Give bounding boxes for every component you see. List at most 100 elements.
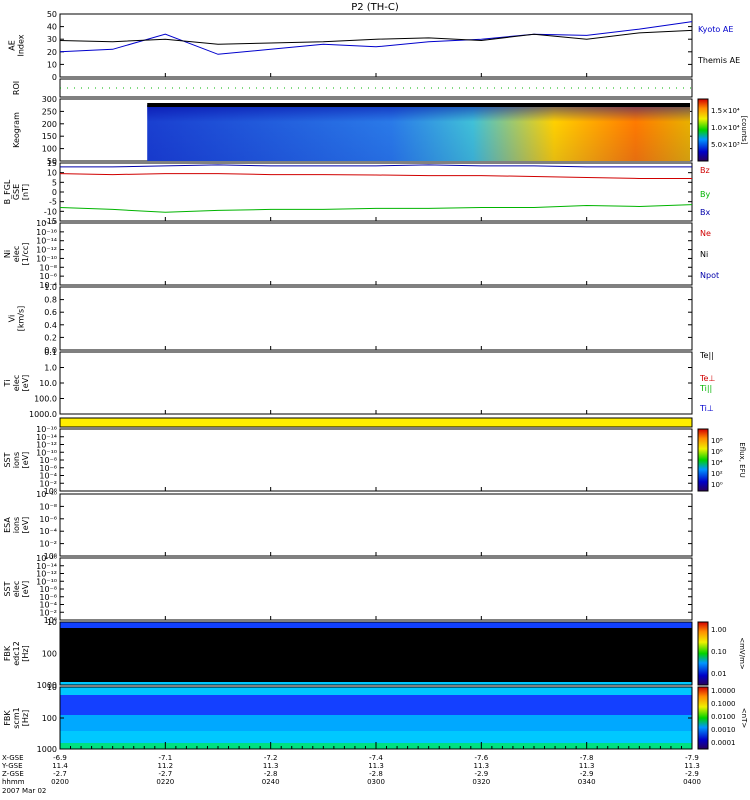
fbk2-ylabel: FBK scm1 [Hz] (3, 707, 30, 728)
x-col-value: -2.9 (474, 770, 488, 778)
fbk2-cbar-title-group: <nT> (740, 708, 748, 729)
sst-cbar-label: 10⁰ (711, 481, 723, 489)
sst1-ytick-label: 10⁻⁶ (39, 464, 57, 473)
temperature-ylabel-line: [eV] (21, 375, 30, 392)
keogram-ylabel: Keogram (12, 112, 21, 148)
ae-ylabel: AE Index (8, 34, 26, 56)
keogram-ytick-label: 300 (42, 95, 57, 104)
x-col-value: 0300 (367, 778, 385, 786)
panels: 01020304050AE IndexKyoto AEThemis AEROI50… (3, 10, 748, 754)
density-ytick-label: 10⁻¹⁴ (36, 237, 57, 246)
sst-cbar-title: Eflux, EFU (738, 442, 746, 477)
plot-title: P2 (TH-C) (351, 2, 399, 13)
x-col-value: 11.3 (474, 762, 490, 770)
keogram-ytick-label: 200 (42, 120, 57, 129)
x-col-value: 0200 (51, 778, 69, 786)
sst1-ytick-label: 10⁻¹⁰ (36, 448, 57, 457)
ae-ytick-label: 10 (47, 60, 57, 69)
x-col-value: 0240 (262, 778, 280, 786)
keogram-ytick-label: 150 (42, 132, 57, 141)
ae-ylabel-line: AE (8, 40, 17, 51)
esa-ylabel-line: ions (12, 517, 21, 533)
keogram-cbar-title: [counts] (740, 116, 748, 145)
density-ytick-label: 10⁻¹² (36, 246, 57, 255)
esa-ytick-label: 10⁻⁴ (39, 527, 57, 536)
roi-ylabel: ROI (12, 81, 21, 95)
themis-summary-plot: P2 (TH-C) 01020304050AE IndexKyoto AEThem… (1, 2, 748, 795)
keogram-cbar-label: 5.0×10³ (711, 141, 740, 149)
velocity-ytick-label: 1.0 (44, 283, 57, 292)
fbk1-ytick-label: 100 (42, 650, 57, 659)
x-row-label: hhmm (2, 778, 25, 786)
keogram-ytick-label: 250 (42, 107, 57, 116)
legend-te-perp: Te⊥ (699, 374, 715, 383)
sst2-ytick-label: 10⁻¹⁰ (36, 577, 57, 586)
sst1-ytick-label: 10⁻⁸ (39, 456, 57, 465)
legend-themis-ae: Themis AE (697, 56, 740, 65)
x-col-value: 11.3 (579, 762, 595, 770)
x-col-value: 11.2 (158, 762, 174, 770)
x-col-value: 11.4 (52, 762, 68, 770)
sst1-ytick-label: 10⁻² (39, 479, 57, 488)
temperature-ytick-label: 10.0 (39, 379, 57, 388)
sst2-ylabel-line: SST (3, 581, 12, 596)
temperature-ytick-label: 100.0 (34, 395, 57, 404)
fbk2-cbar-title: <nT> (740, 708, 748, 729)
sst2-ytick-label: 10⁻⁸ (39, 585, 57, 594)
bfield-ylabel-line: GSE (12, 184, 21, 200)
fbk1-ylabel: FBK edc12 [Hz] (3, 641, 30, 666)
bfield-ytick-label: -5 (49, 198, 57, 207)
x-row-label: Z-GSE (2, 770, 24, 778)
fbk2-cbar-label: 0.0010 (711, 726, 736, 734)
x-col-value: 0220 (156, 778, 174, 786)
sst-cbar-label: 10⁸ (711, 437, 723, 445)
legend-bz: Bz (700, 166, 710, 175)
temperature-ytick-label: 0.1 (44, 348, 57, 357)
x-col-value: -6.9 (53, 754, 67, 762)
sst2-ytick-label: 10⁻⁶ (39, 593, 57, 602)
x-col-value: -7.4 (369, 754, 383, 762)
keogram-ylabel-line: Keogram (12, 112, 21, 148)
velocity-ytick-label: 0.2 (44, 333, 57, 342)
sst1-ytick-label: 10⁻¹² (36, 441, 57, 450)
sst1-ytick-label: 10⁻¹⁴ (36, 433, 57, 442)
x-row-label: 2007 Mar 02 (2, 787, 46, 795)
keogram-colorbar (697, 98, 709, 162)
sst2-ylabel: SST elec [eV] (3, 581, 30, 598)
legend-te-par: Te|| (699, 351, 714, 360)
x-col-value: -7.8 (580, 754, 594, 762)
sst-cbar-label: 10⁴ (711, 459, 723, 467)
density-ylabel-line: elec (12, 246, 21, 262)
fbk1-ylabel-line: edc12 (12, 641, 21, 666)
sst1-ytick-label: 10⁻⁴ (39, 472, 57, 481)
x-col-value: -2.8 (369, 770, 383, 778)
velocity-ytick-label: 0.4 (44, 321, 57, 330)
x-col-value: -2.9 (580, 770, 594, 778)
panel-frame (59, 493, 693, 557)
fbk1-ylabel-line: FBK (3, 645, 12, 661)
panel-frame (59, 428, 693, 492)
x-col-value: -2.7 (158, 770, 172, 778)
temperature-ylabel: Ti elec [eV] (3, 375, 30, 392)
fbk1-background (60, 622, 692, 685)
fbk1-cbar-label: 0.10 (711, 648, 727, 656)
yellow-strip (59, 417, 693, 428)
legend-ne: Ne (700, 229, 711, 238)
fbk1-ylabel-line: [Hz] (21, 645, 30, 661)
velocity-ylabel-line: [km/s] (17, 306, 26, 332)
legend-ni: Ni (700, 250, 708, 259)
fbk2-ytick-label: 10 (47, 683, 57, 692)
sst2-ytick-label: 10⁻¹⁴ (36, 562, 57, 571)
ae-ytick-label: 0 (52, 73, 57, 82)
sst2-ytick-label: 10⁻¹⁶ (36, 554, 57, 563)
x-col-value: -7.1 (158, 754, 172, 762)
esa-ytick-label: 10⁻¹⁰ (36, 490, 57, 499)
esa-ylabel-line: ESA (3, 517, 12, 533)
ae-ytick-label: 50 (47, 10, 57, 19)
keogram-top-band (147, 103, 690, 107)
sst-colorbar (697, 428, 709, 492)
sst1-ylabel-line: [eV] (21, 452, 30, 469)
x-col-value: 11.3 (368, 762, 384, 770)
x-col-value: -2.9 (685, 770, 699, 778)
panel-frame (59, 222, 693, 286)
